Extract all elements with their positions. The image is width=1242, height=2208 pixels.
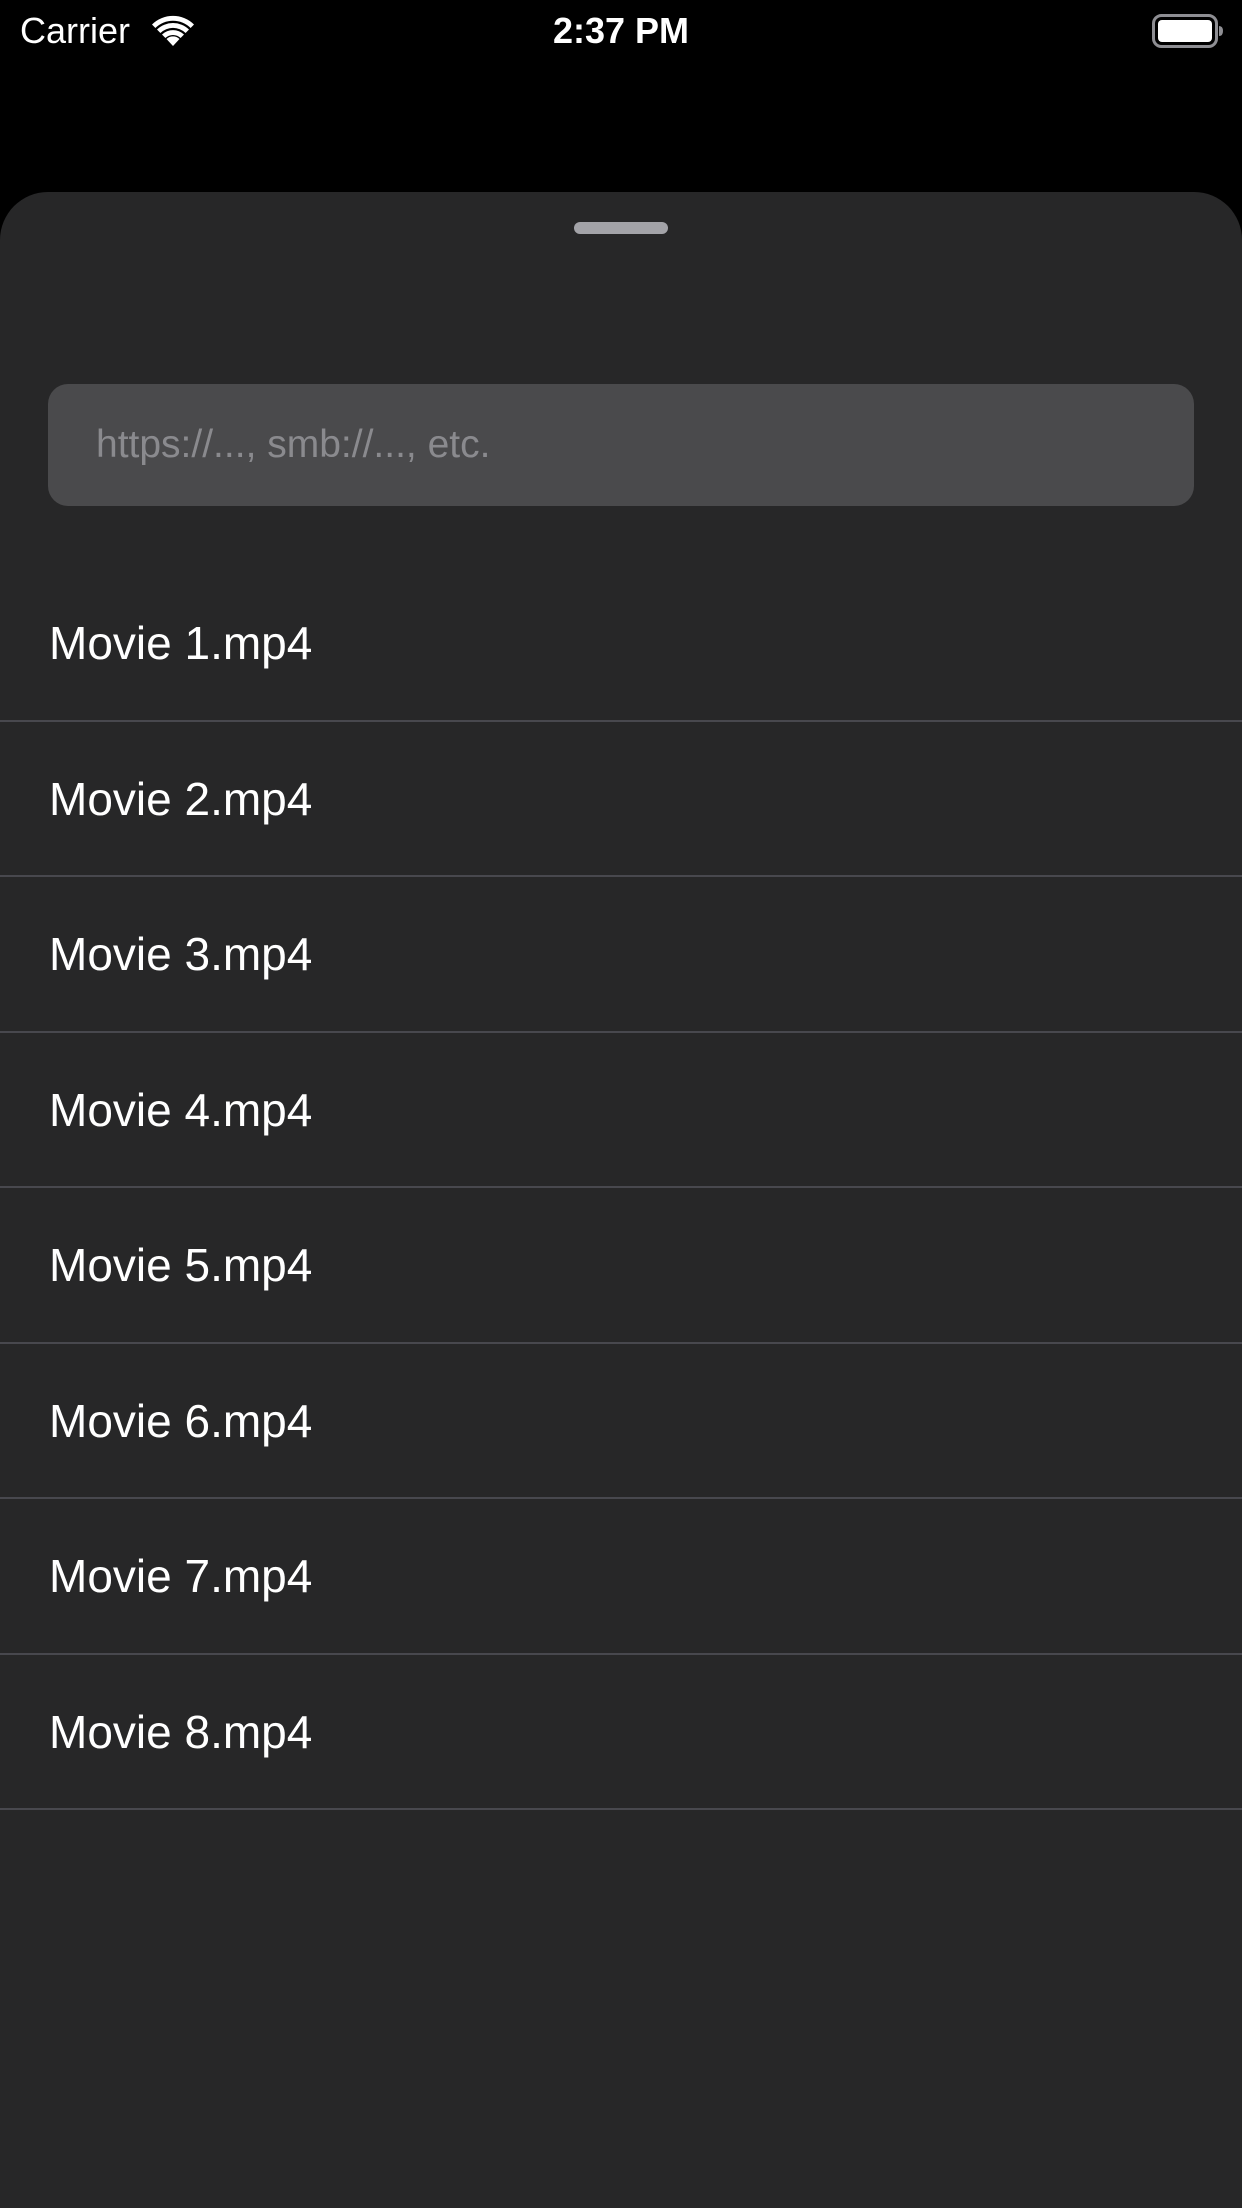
file-name: Movie 6.mp4 bbox=[49, 1394, 313, 1447]
bottom-sheet: Movie 1.mp4 Movie 2.mp4 Movie 3.mp4 Movi… bbox=[0, 192, 1242, 2208]
file-row[interactable]: Movie 6.mp4 bbox=[0, 1344, 1242, 1499]
file-row[interactable]: Movie 3.mp4 bbox=[0, 877, 1242, 1033]
file-row[interactable]: Movie 8.mp4 bbox=[0, 1655, 1242, 1810]
file-name: Movie 8.mp4 bbox=[49, 1705, 313, 1758]
file-name: Movie 3.mp4 bbox=[49, 928, 313, 980]
file-name: Movie 1.mp4 bbox=[49, 617, 313, 669]
file-name: Movie 7.mp4 bbox=[49, 1550, 313, 1602]
file-name: Movie 5.mp4 bbox=[49, 1239, 313, 1291]
file-row[interactable]: Movie 7.mp4 bbox=[0, 1499, 1242, 1655]
file-row[interactable]: Movie 5.mp4 bbox=[0, 1188, 1242, 1344]
file-name: Movie 2.mp4 bbox=[49, 772, 313, 825]
file-row[interactable]: Movie 2.mp4 bbox=[0, 722, 1242, 877]
file-name: Movie 4.mp4 bbox=[49, 1083, 313, 1136]
sheet-grabber-handle[interactable] bbox=[574, 222, 668, 234]
file-row[interactable]: Movie 4.mp4 bbox=[0, 1033, 1242, 1188]
file-row[interactable]: Movie 1.mp4 bbox=[0, 566, 1242, 722]
status-time: 2:37 PM bbox=[552, 10, 690, 51]
file-list: Movie 1.mp4 Movie 2.mp4 Movie 3.mp4 Movi… bbox=[0, 566, 1242, 1810]
url-input[interactable] bbox=[48, 384, 1194, 506]
battery-icon bbox=[1152, 14, 1223, 48]
status-bar: Carrier 2:37 PM bbox=[0, 0, 1242, 62]
